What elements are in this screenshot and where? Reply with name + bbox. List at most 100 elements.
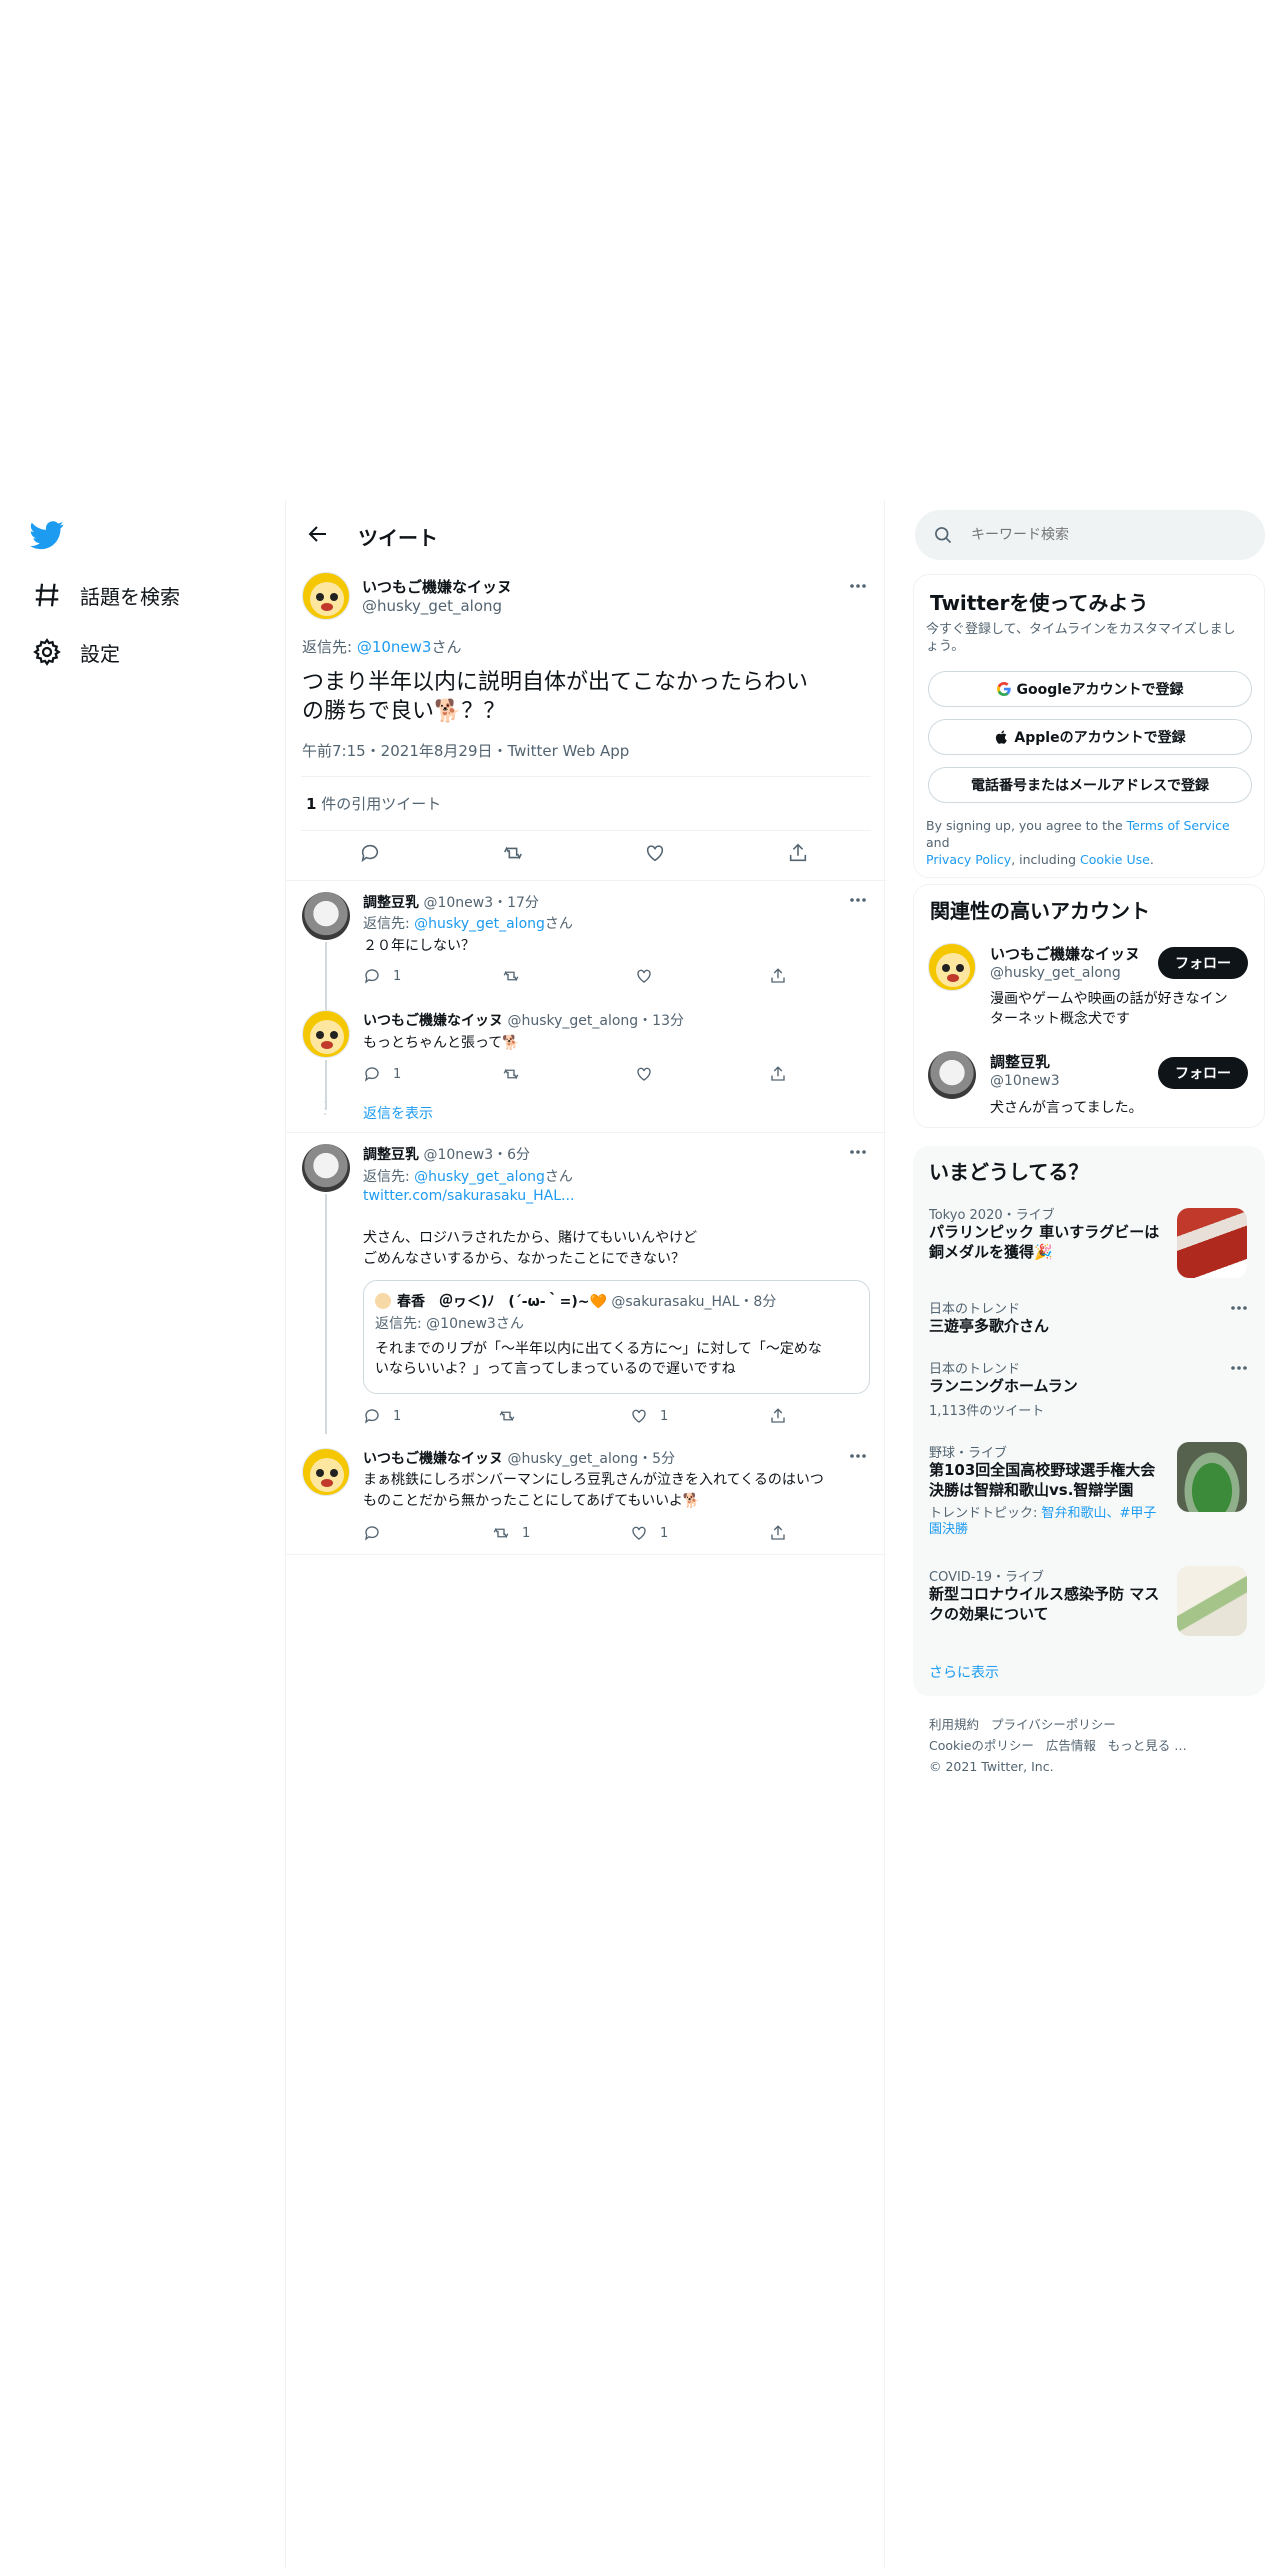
related-account-bio: 犬さんが言ってました。	[990, 1100, 1143, 1116]
back-arrow-icon[interactable]	[306, 522, 330, 546]
trend-item[interactable]: COVID-19・ライブ 新型コロナウイルス感染予防 マス クの効果について	[913, 1566, 1265, 1642]
phone-signup-button[interactable]: 電話番号またはメールアドレスで登録	[928, 767, 1252, 803]
more-options-icon[interactable]	[848, 1142, 868, 1162]
reply-prefix: 返信先:	[363, 916, 415, 932]
tweet-link[interactable]: twitter.com/sakurasaku_HAL...	[363, 1188, 574, 1204]
retweet-icon[interactable]	[502, 1065, 520, 1083]
trend-item[interactable]: 日本のトレンド 三遊亭多歌介さん	[913, 1298, 1265, 1348]
related-account-avatar[interactable]	[928, 1051, 976, 1099]
footer-ads-link[interactable]: 広告情報	[1046, 1738, 1096, 1753]
share-icon[interactable]	[769, 1524, 787, 1542]
reply-handle-time[interactable]: @10new3・17分	[423, 895, 538, 911]
reply-header: 調整豆乳 @10new3・17分	[363, 892, 539, 912]
share-icon[interactable]	[769, 1065, 787, 1083]
related-account-name[interactable]: いつもご機嫌なイッヌ	[990, 943, 1140, 964]
more-options-icon[interactable]	[848, 890, 868, 910]
twitter-logo-icon[interactable]	[30, 518, 64, 552]
footer-privacy-link[interactable]: プライバシーポリシー	[991, 1717, 1116, 1732]
show-more-link[interactable]: さらに表示	[929, 1662, 999, 1682]
reply-author-name[interactable]: 調整豆乳	[363, 895, 419, 911]
related-account-handle[interactable]: @10new3	[990, 1073, 1060, 1089]
reply-avatar[interactable]	[302, 1010, 350, 1058]
more-options-icon[interactable]	[1229, 1298, 1249, 1318]
like-button[interactable]: 1	[630, 1524, 668, 1542]
reply-button[interactable]: 1	[363, 1407, 401, 1425]
share-icon[interactable]	[787, 842, 809, 864]
divider	[301, 830, 871, 831]
reply-author-name[interactable]: いつもご機嫌なイッヌ	[363, 1013, 503, 1029]
author-name[interactable]: いつもご機嫌なイッヌ	[362, 576, 512, 597]
more-options-icon[interactable]	[1229, 1358, 1249, 1378]
signup-subtitle: 今すぐ登録して、タイムラインをカスタマイズしまし ょう。	[926, 621, 1236, 655]
reply-icon	[364, 1409, 379, 1424]
related-account-name[interactable]: 調整豆乳	[990, 1051, 1050, 1072]
like-icon[interactable]	[644, 842, 666, 864]
more-options-icon[interactable]	[848, 1446, 868, 1466]
search-input[interactable]	[971, 522, 1241, 548]
show-replies-link[interactable]: 返信を表示	[363, 1103, 433, 1123]
signup-subtitle-line: 今すぐ登録して、タイムラインをカスタマイズしまし	[926, 622, 1236, 637]
reply-author-name[interactable]: いつもご機嫌なイッヌ	[363, 1451, 503, 1467]
trends-title: いまどうしてる？	[929, 1160, 1089, 1184]
trend-topic-link[interactable]: 園決勝	[929, 1522, 968, 1537]
follow-button[interactable]: フォロー	[1158, 1057, 1248, 1089]
reply-handle-time[interactable]: @husky_get_along・5分	[507, 1451, 675, 1467]
reply-to-link[interactable]: @husky_get_along	[414, 916, 545, 932]
google-signup-button[interactable]: Googleアカウントで登録	[928, 671, 1252, 707]
main-column: ツイート いつもご機嫌なイッヌ @husky_get_along 返信先: @1…	[285, 500, 886, 2568]
author-avatar[interactable]	[302, 572, 350, 620]
reply-context: 返信先: @husky_get_alongさん	[363, 913, 573, 933]
quote-handle-time: @sakurasaku_HAL・8分	[611, 1294, 777, 1310]
reply-handle-time[interactable]: @10new3・6分	[423, 1147, 530, 1163]
quoted-tweet[interactable]: 春香 ＠ヮ＜)ﾉ (´-ω-｀=)~🧡 @sakurasaku_HAL・8分 返…	[363, 1280, 870, 1394]
reply-author-name[interactable]: 調整豆乳	[363, 1147, 419, 1163]
share-icon[interactable]	[769, 967, 787, 985]
trends-card: いまどうしてる？ Tokyo 2020・ライブ パラリンピック 車いすラグビーは…	[913, 1146, 1265, 1696]
terms-text: , including	[1011, 852, 1081, 867]
retweet-icon[interactable]	[498, 1407, 516, 1425]
footer-more-link[interactable]: もっと見る …	[1108, 1738, 1187, 1753]
trend-item[interactable]: 日本のトレンド ランニングホームラン 1,113件のツイート	[913, 1358, 1265, 1424]
author-handle[interactable]: @husky_get_along	[362, 597, 502, 615]
more-options-icon[interactable]	[848, 576, 868, 596]
terms-of-service-link[interactable]: Terms of Service	[1127, 818, 1230, 833]
trend-topic-link[interactable]: 智弁和歌山、#甲子	[1042, 1506, 1157, 1521]
reply-to-link[interactable]: @10new3	[357, 638, 432, 656]
reply-button[interactable]: 1	[363, 967, 401, 985]
share-icon[interactable]	[769, 1407, 787, 1425]
tweet-timestamp[interactable]: 午前7:15・2021年8月29日・Twitter Web App	[302, 740, 629, 761]
reply-handle-time[interactable]: @husky_get_along・13分	[507, 1013, 684, 1029]
like-button[interactable]: 1	[630, 1407, 668, 1425]
reply-avatar[interactable]	[302, 892, 350, 940]
quote-tweet-count[interactable]: 1 件の引用ツイート	[306, 793, 441, 814]
follow-button[interactable]: フォロー	[1158, 947, 1248, 979]
footer-cookie-link[interactable]: Cookieのポリシー	[929, 1738, 1034, 1753]
nav-explore[interactable]: 話題を検索	[32, 575, 180, 615]
footer-links: 利用規約 プライバシーポリシー Cookieのポリシー 広告情報 もっと見る ……	[929, 1714, 1187, 1777]
reply-to-link[interactable]: @husky_get_along	[414, 1169, 545, 1185]
retweet-icon[interactable]	[502, 967, 520, 985]
related-title: 関連性の高いアカウント	[930, 899, 1150, 923]
reply-avatar[interactable]	[302, 1144, 350, 1192]
like-icon[interactable]	[635, 967, 653, 985]
quote-header: 春香 ＠ヮ＜)ﾉ (´-ω-｀=)~🧡 @sakurasaku_HAL・8分	[397, 1291, 776, 1311]
retweet-icon[interactable]	[502, 842, 524, 864]
trend-meta: Tokyo 2020・ライブ	[929, 1208, 1055, 1223]
reply-button[interactable]: 1	[363, 1065, 401, 1083]
cookie-use-link[interactable]: Cookie Use	[1080, 852, 1150, 867]
related-account-avatar[interactable]	[928, 943, 976, 991]
retweet-button[interactable]: 1	[492, 1524, 530, 1542]
signup-card: Twitterを使ってみよう 今すぐ登録して、タイムラインをカスタマイズしまし …	[913, 574, 1265, 878]
nav-settings[interactable]: 設定	[32, 632, 120, 672]
like-icon[interactable]	[635, 1065, 653, 1083]
trend-item[interactable]: 野球・ライブ 第103回全国高校野球選手権大会 決勝は智辯和歌山vs.智辯学園 …	[913, 1442, 1265, 1542]
reply-icon[interactable]	[363, 1524, 381, 1542]
related-account-handle[interactable]: @husky_get_along	[990, 965, 1121, 981]
footer-terms-link[interactable]: 利用規約	[929, 1717, 979, 1732]
trend-item[interactable]: Tokyo 2020・ライブ パラリンピック 車いすラグビーは 銅メダルを獲得🎉	[913, 1202, 1265, 1278]
search-box[interactable]	[915, 510, 1265, 560]
reply-avatar[interactable]	[302, 1448, 350, 1496]
privacy-policy-link[interactable]: Privacy Policy	[926, 852, 1011, 867]
reply-icon[interactable]	[359, 842, 381, 864]
apple-signup-button[interactable]: Appleのアカウントで登録	[928, 719, 1252, 755]
